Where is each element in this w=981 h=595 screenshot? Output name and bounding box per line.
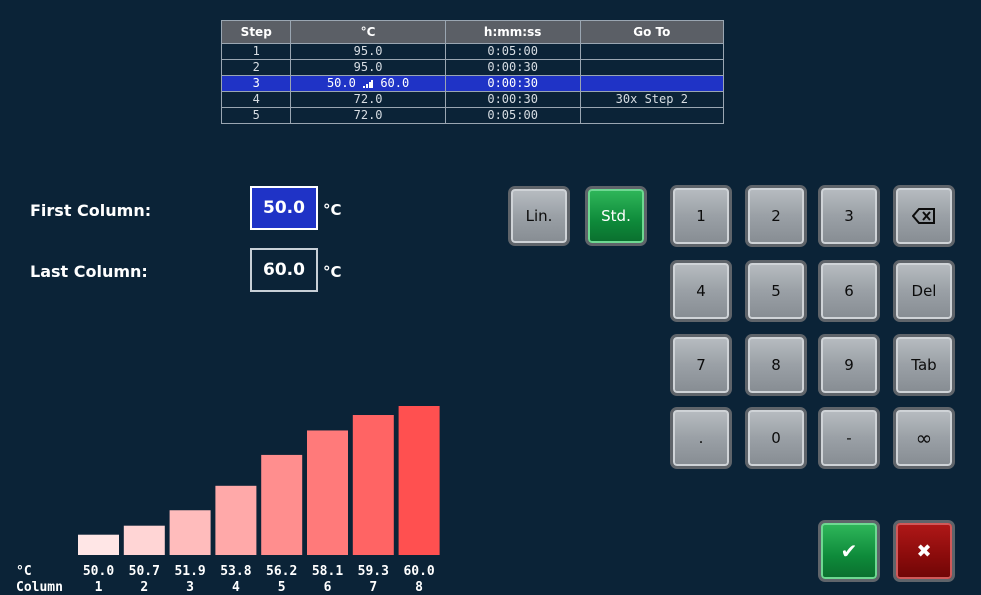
key-0[interactable]: 0 xyxy=(745,407,807,469)
table-row[interactable]: 2 95.0 0:00:30 xyxy=(220,59,725,76)
cell-time: 0:00:30 xyxy=(444,75,581,92)
backspace-icon xyxy=(912,208,935,224)
table-row[interactable]: 5 72.0 0:05:00 xyxy=(220,107,725,124)
key-3[interactable]: 3 xyxy=(818,185,880,247)
gradient-bar xyxy=(261,454,303,555)
cell-step: 1 xyxy=(220,43,292,60)
gradient-bar xyxy=(307,430,348,555)
gradient-icon xyxy=(363,79,374,88)
cancel-button[interactable]: ✖ xyxy=(893,520,955,582)
gradient-to: 60.0 xyxy=(380,76,410,90)
cell-time: 0:05:00 xyxy=(444,43,581,60)
key-8[interactable]: 8 xyxy=(745,334,807,396)
cell-step: 4 xyxy=(220,91,292,108)
table-row[interactable]: 4 72.0 0:00:30 30x Step 2 xyxy=(220,91,725,108)
cell-step: 5 xyxy=(220,107,292,124)
last-column-unit: °C xyxy=(323,263,342,281)
cell-temp-gradient: 50.0 60.0 xyxy=(290,75,446,92)
key-9[interactable]: 9 xyxy=(818,334,880,396)
key-decimal[interactable]: . xyxy=(670,407,732,469)
standard-mode-button[interactable]: Std. xyxy=(585,186,647,246)
cell-time: 0:05:00 xyxy=(444,107,581,124)
cell-step: 2 xyxy=(220,59,292,76)
cell-goto xyxy=(579,43,725,60)
gradient-bar xyxy=(215,485,257,555)
column-number-label: 5 xyxy=(278,580,286,595)
key-6[interactable]: 6 xyxy=(818,260,880,322)
checkmark-icon: ✔ xyxy=(840,539,858,563)
column-number-label: 2 xyxy=(140,580,148,595)
x-axis-label: Column xyxy=(16,580,63,595)
bar-value-label: 59.3 xyxy=(358,564,389,579)
column-number-label: 6 xyxy=(324,580,332,595)
gradient-bar xyxy=(398,406,440,555)
cell-time: 0:00:30 xyxy=(444,59,581,76)
key-4[interactable]: 4 xyxy=(670,260,732,322)
cell-step: 3 xyxy=(220,75,292,92)
cell-temp: 72.0 xyxy=(290,91,446,108)
key-7[interactable]: 7 xyxy=(670,334,732,396)
cell-goto xyxy=(579,107,725,124)
key-2[interactable]: 2 xyxy=(745,185,807,247)
bar-value-label: 53.8 xyxy=(220,564,251,579)
gradient-bar xyxy=(78,534,119,555)
table-row[interactable]: 1 95.0 0:05:00 xyxy=(220,43,725,60)
cell-time: 0:00:30 xyxy=(444,91,581,108)
first-column-unit: °C xyxy=(323,201,342,219)
bars-group: 50.01 50.72 51.93 53.84 56.25 58.16 59.37 60.08 xyxy=(78,406,440,595)
gradient-bar xyxy=(169,510,211,555)
table-header-row: Step °C h:mm:ss Go To xyxy=(220,20,725,44)
confirm-button[interactable]: ✔ xyxy=(818,520,880,582)
cell-goto xyxy=(579,59,725,76)
bar-value-label: 56.2 xyxy=(266,564,297,579)
key-5[interactable]: 5 xyxy=(745,260,807,322)
infinity-button[interactable]: ∞ xyxy=(893,407,955,469)
cell-goto: 30x Step 2 xyxy=(579,91,725,108)
bar-value-label: 50.0 xyxy=(83,564,114,579)
y-unit-label: °C xyxy=(16,564,32,579)
column-number-label: 7 xyxy=(369,580,377,595)
delete-button[interactable]: Del xyxy=(893,260,955,322)
column-number-label: 3 xyxy=(186,580,194,595)
header-temp: °C xyxy=(290,20,446,44)
gradient-from: 50.0 xyxy=(326,76,356,90)
cell-goto xyxy=(579,75,725,92)
bar-value-label: 58.1 xyxy=(312,564,343,579)
header-time: h:mm:ss xyxy=(444,20,581,44)
cell-temp: 95.0 xyxy=(290,59,446,76)
backspace-button[interactable] xyxy=(893,185,955,247)
tab-button[interactable]: Tab xyxy=(893,334,955,396)
key-1[interactable]: 1 xyxy=(670,185,732,247)
close-icon: ✖ xyxy=(916,540,932,562)
first-column-label: First Column: xyxy=(30,201,152,220)
column-number-label: 8 xyxy=(415,580,423,595)
table-row-selected[interactable]: 3 50.0 60.0 0:00:30 xyxy=(220,75,725,92)
program-table: Step °C h:mm:ss Go To 1 95.0 0:05:00 2 9… xyxy=(220,20,725,124)
bar-value-label: 50.7 xyxy=(129,564,160,579)
header-step: Step xyxy=(220,20,292,44)
last-column-input[interactable]: 60.0 xyxy=(250,248,318,292)
bar-value-label: 51.9 xyxy=(174,564,205,579)
header-goto: Go To xyxy=(579,20,725,44)
gradient-bar xyxy=(352,415,394,555)
cell-temp: 95.0 xyxy=(290,43,446,60)
linear-mode-button[interactable]: Lin. xyxy=(508,186,570,246)
last-column-label: Last Column: xyxy=(30,262,148,281)
gradient-bar xyxy=(123,525,165,555)
gradient-chart: °C Column 50.0150.7251.9353.8456.2558.16… xyxy=(16,406,440,595)
first-column-input[interactable]: 50.0 xyxy=(250,186,318,230)
bar-value-label: 60.0 xyxy=(403,564,434,579)
cell-temp: 72.0 xyxy=(290,107,446,124)
column-number-label: 1 xyxy=(95,580,103,595)
key-minus[interactable]: - xyxy=(818,407,880,469)
column-number-label: 4 xyxy=(232,580,240,595)
